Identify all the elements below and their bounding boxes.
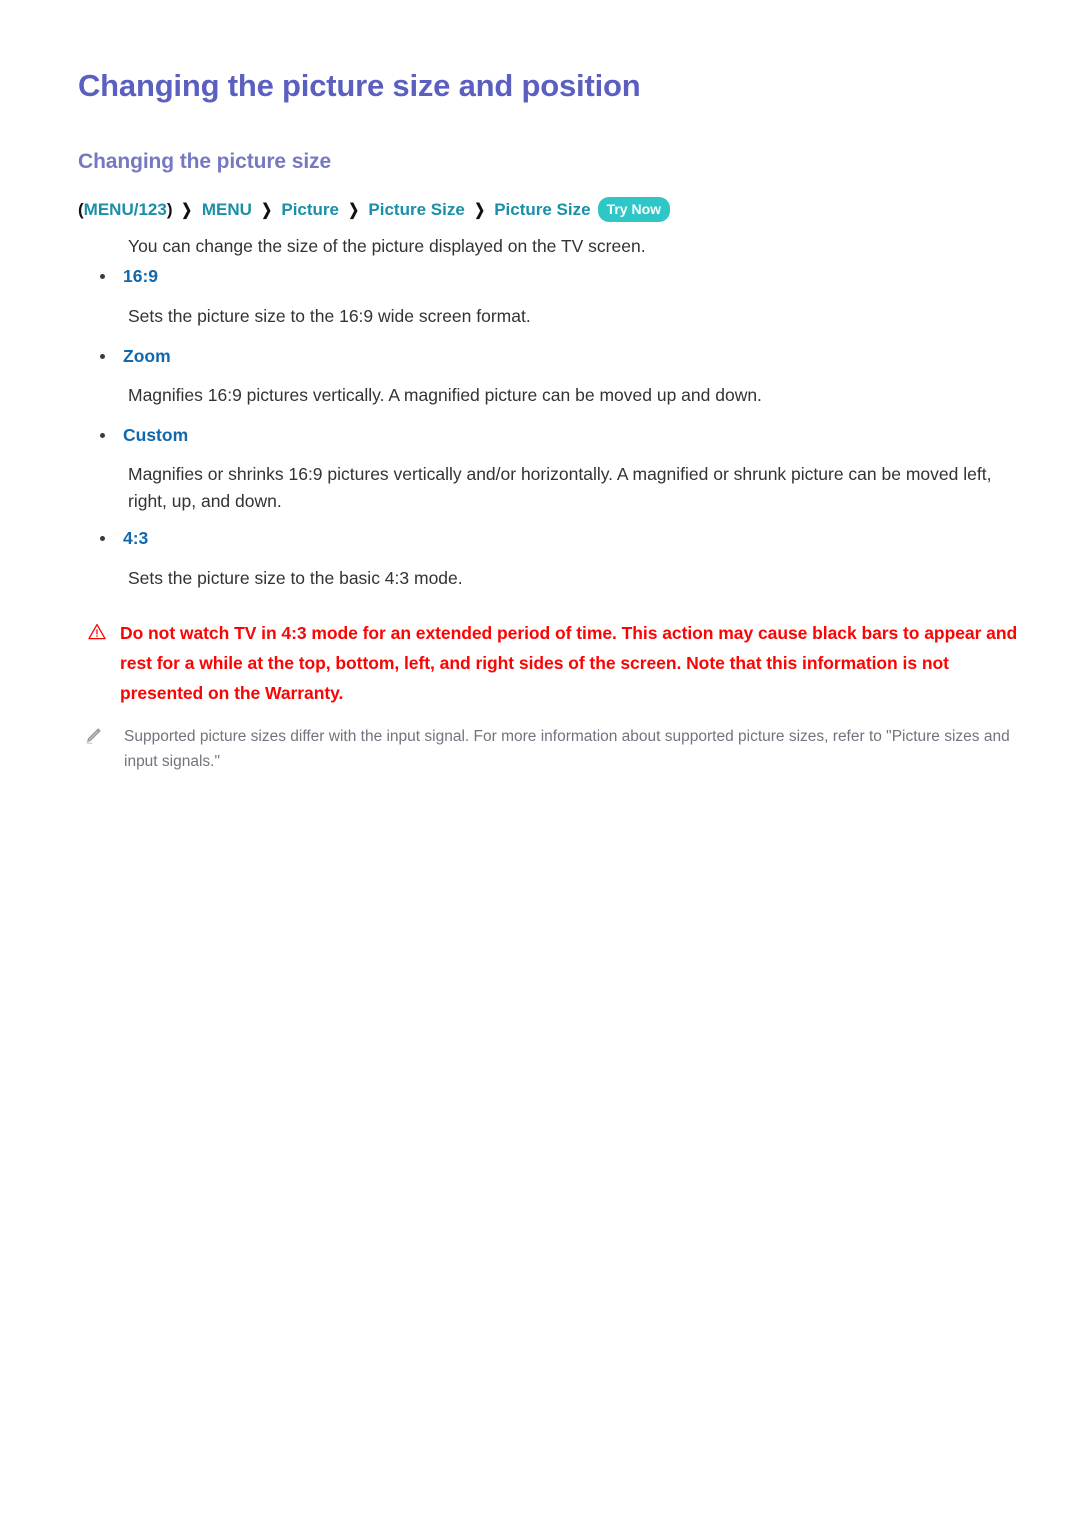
breadcrumb-item-picture[interactable]: Picture	[281, 200, 339, 220]
section-subtitle: Changing the picture size	[78, 150, 332, 173]
option-label-custom: Custom	[123, 425, 189, 445]
warning-text: Do not watch TV in 4:3 mode for an exten…	[120, 623, 1018, 703]
option-label-16-9: 16:9	[123, 266, 159, 286]
option-description-zoom: Magnifies 16:9 pictures vertically. A ma…	[128, 385, 762, 405]
list-item: Zoom	[100, 345, 171, 367]
list-item: Custom	[100, 424, 188, 446]
note-callout: Supported picture sizes differ with the …	[84, 724, 1014, 774]
breadcrumb-item-menu[interactable]: MENU	[202, 200, 252, 220]
try-now-badge[interactable]: Try Now	[597, 197, 671, 222]
warning-callout: Do not watch TV in 4:3 mode for an exten…	[88, 618, 1018, 708]
chevron-right-icon: ❯	[474, 201, 485, 219]
bullet-dot-icon	[100, 536, 105, 541]
chevron-right-icon: ❯	[261, 201, 273, 219]
list-item: 4:3	[100, 527, 148, 549]
warning-triangle-icon	[88, 623, 106, 641]
note-text: Supported picture sizes differ with the …	[124, 728, 1010, 770]
intro-paragraph: You can change the size of the picture d…	[128, 236, 646, 256]
menu-path-breadcrumb: (MENU/123) ❯ MENU ❯ Picture ❯ Picture Si…	[78, 197, 671, 222]
pencil-note-icon	[84, 727, 102, 745]
option-label-zoom: Zoom	[123, 346, 171, 366]
option-label-4-3: 4:3	[123, 528, 149, 548]
breadcrumb-close-paren: )	[166, 199, 173, 219]
option-description-16-9: Sets the picture size to the 16:9 wide s…	[128, 306, 531, 326]
chevron-right-icon: ❯	[181, 201, 193, 219]
chevron-right-icon: ❯	[348, 201, 360, 219]
option-description-custom: Magnifies or shrinks 16:9 pictures verti…	[128, 464, 992, 511]
breadcrumb-item-picture-size-2[interactable]: Picture Size	[494, 200, 590, 220]
bullet-dot-icon	[100, 354, 105, 359]
breadcrumb-item-picture-size[interactable]: Picture Size	[368, 200, 464, 220]
bullet-dot-icon	[100, 433, 105, 438]
list-item: 16:9	[100, 265, 158, 287]
breadcrumb-item-menu123[interactable]: MENU/123	[84, 200, 167, 220]
page-title: Changing the picture size and position	[78, 68, 641, 103]
option-description-4-3: Sets the picture size to the basic 4:3 m…	[128, 568, 463, 588]
bullet-dot-icon	[100, 274, 105, 279]
document-page: Changing the picture size and position C…	[0, 0, 1080, 1527]
